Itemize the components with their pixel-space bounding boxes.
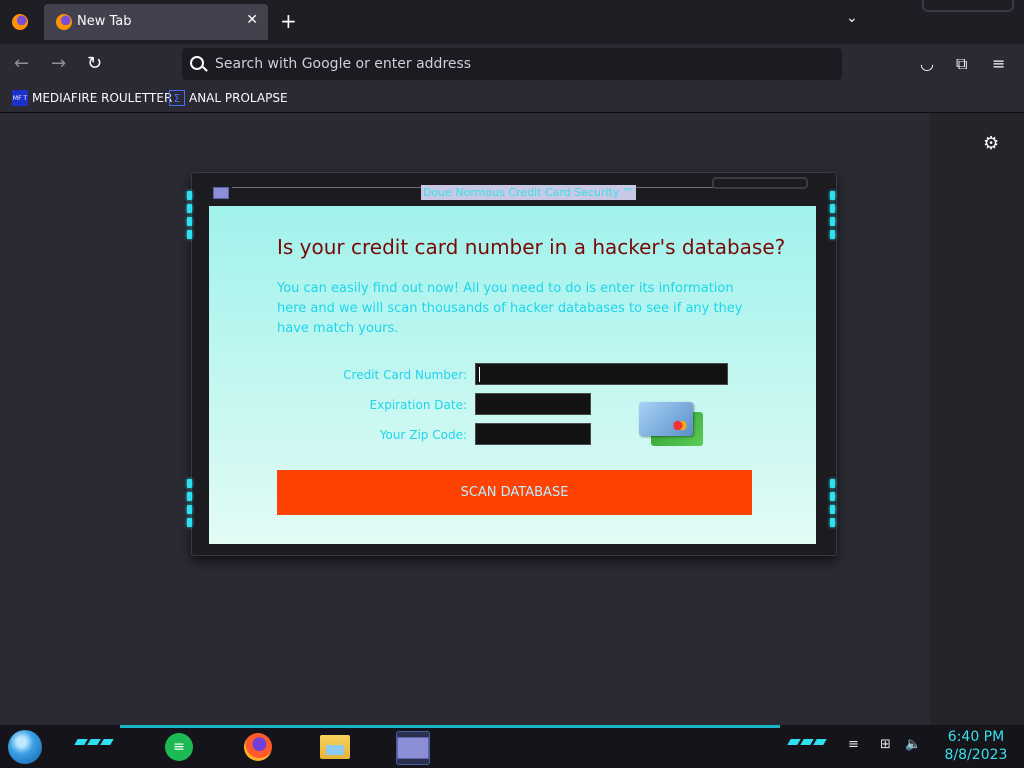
credit-card-app-taskbar-icon[interactable] (396, 731, 430, 765)
credit-cards-icon (639, 402, 707, 448)
clock-date: 8/8/2023 (944, 747, 1008, 763)
address-bar[interactable]: Search with Google or enter address (182, 48, 842, 80)
side-panel (930, 113, 1024, 725)
taskbar: ≡ ≡ ⊞ 🔈 6:40 PM 8/8/2023 (0, 725, 1024, 768)
system-clock[interactable]: 6:40 PM 8/8/2023 (936, 728, 1016, 764)
app-client-area: Is your credit card number in a hacker's… (209, 206, 816, 544)
firefox-icon (12, 14, 28, 30)
back-arrow-icon[interactable]: ← (14, 54, 29, 74)
text-caret (479, 367, 480, 382)
extensions-icon[interactable]: ⧉ (956, 54, 967, 74)
notes-app-icon[interactable]: ≡ (163, 731, 195, 763)
left-led-strip-top (187, 191, 193, 243)
expiration-input[interactable] (475, 393, 591, 415)
firefox-taskbar-icon[interactable] (242, 731, 274, 763)
tab-strip: New Tab ✕ + ⌄ (0, 0, 1024, 44)
forward-arrow-icon[interactable]: → (51, 54, 66, 74)
firefox-icon (56, 14, 72, 30)
bookmark-label: ANAL PROLAPSE (189, 91, 288, 105)
tab-new-tab[interactable]: New Tab ✕ (44, 4, 268, 40)
card-number-label: Credit Card Number: (343, 368, 467, 382)
expiration-label: Expiration Date: (369, 398, 467, 412)
show-hidden-icons[interactable]: ≡ (848, 737, 859, 752)
taskbar-led-left (74, 739, 114, 745)
new-tab-button[interactable]: + (280, 10, 297, 32)
sigma-favicon-icon: Σ (169, 90, 185, 106)
bookmarks-toolbar: MF T MEDIAFIRE ROULETTER Σ ANAL PROLAPSE (0, 86, 1024, 113)
clock-time: 6:40 PM (947, 729, 1005, 745)
zip-label: Your Zip Code: (379, 428, 467, 442)
app-window: Doue Normous Credit Card Security ™ Is y… (187, 172, 837, 556)
app-window-title: Doue Normous Credit Card Security ™ (421, 185, 636, 200)
right-led-strip-bottom (830, 479, 836, 531)
menu-icon[interactable]: ≡ (992, 54, 1005, 73)
blue-card (639, 402, 693, 436)
chevron-down-icon[interactable]: ⌄ (846, 10, 858, 26)
window-frame-decoration (922, 0, 1014, 12)
card-number-input[interactable] (475, 363, 728, 385)
bookmark-label: MEDIAFIRE ROULETTER (32, 91, 173, 105)
gear-icon[interactable]: ⚙ (983, 133, 999, 154)
taskbar-glow (120, 725, 780, 728)
bookmark-mediafire[interactable]: MF T MEDIAFIRE ROULETTER (12, 90, 172, 106)
reload-icon[interactable]: ↻ (87, 54, 102, 74)
network-icon[interactable]: ⊞ (880, 737, 891, 752)
volume-icon[interactable]: 🔈 (905, 737, 921, 752)
close-tab-icon[interactable]: ✕ (246, 12, 258, 28)
start-orb-icon[interactable] (8, 730, 42, 764)
app-window-icon (213, 187, 229, 199)
taskbar-led-right (787, 739, 827, 745)
scan-database-button[interactable]: SCAN DATABASE (277, 470, 752, 515)
search-icon (190, 56, 204, 70)
page-headline: Is your credit card number in a hacker's… (277, 235, 786, 259)
mediafire-favicon-icon: MF T (12, 90, 28, 106)
file-explorer-icon[interactable] (319, 731, 351, 763)
zip-input[interactable] (475, 423, 591, 445)
pocket-icon[interactable]: ◡ (920, 54, 934, 73)
bookmark-second[interactable]: Σ ANAL PROLAPSE (169, 90, 288, 106)
right-led-strip-top (830, 191, 836, 243)
firefox-view-button[interactable] (8, 10, 32, 34)
address-placeholder: Search with Google or enter address (215, 56, 472, 72)
navigation-toolbar: ← → ↻ Search with Google or enter addres… (0, 44, 1024, 86)
app-title-bar[interactable]: Doue Normous Credit Card Security ™ (208, 185, 818, 203)
tab-title: New Tab (77, 14, 132, 29)
intro-text: You can easily find out now! All you nee… (277, 281, 743, 336)
left-led-strip-bottom (187, 479, 193, 531)
